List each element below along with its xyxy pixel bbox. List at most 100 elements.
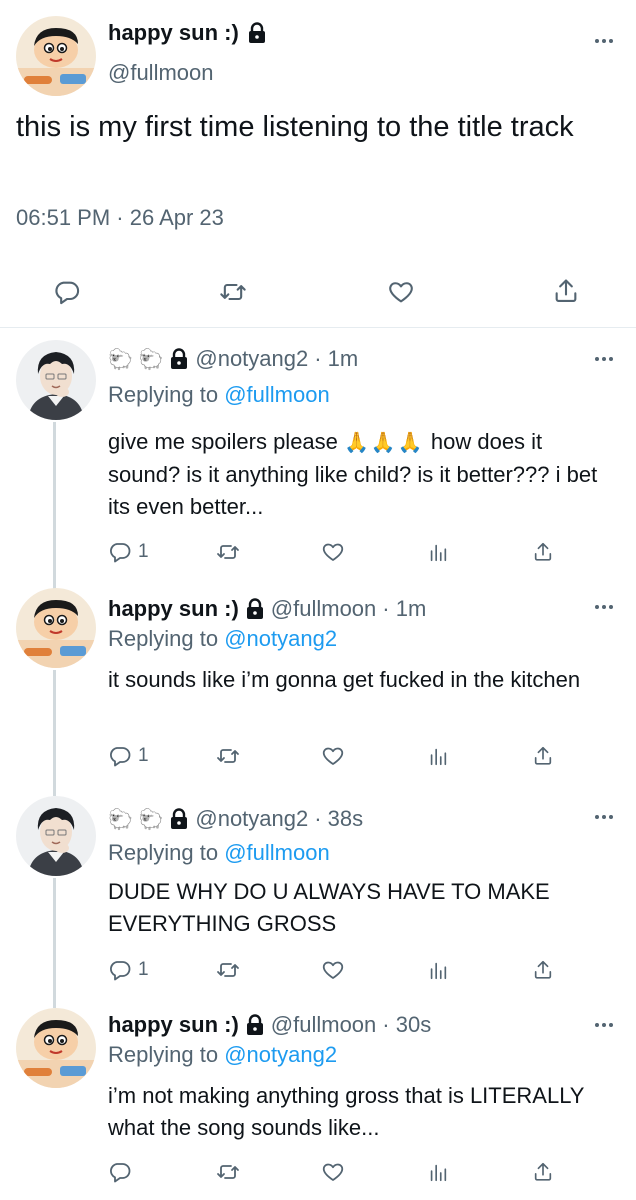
reply-button[interactable]: 1 (108, 958, 149, 982)
views-icon (427, 540, 449, 564)
replying-to: Replying to @fullmoon (108, 840, 330, 866)
like-icon (320, 958, 346, 982)
share-icon (532, 1160, 554, 1184)
like-button[interactable] (320, 744, 346, 768)
avatar[interactable] (16, 340, 96, 420)
retweet-button[interactable] (215, 958, 241, 982)
more-options-icon[interactable] (592, 1020, 616, 1030)
replying-to: Replying to @fullmoon (108, 382, 330, 408)
reply-count: 1 (138, 541, 149, 562)
author-handle[interactable]: @fullmoon (108, 60, 214, 86)
reply-count: 1 (138, 745, 149, 766)
retweet-button[interactable] (215, 744, 241, 768)
reply-actions: 1 (100, 958, 570, 988)
avatar[interactable] (16, 588, 96, 668)
avatar[interactable] (16, 796, 96, 876)
like-icon (320, 540, 346, 564)
author-name[interactable]: 🐑 🐑 (108, 347, 163, 372)
reply-text: i’m not making anything gross that is LI… (108, 1083, 585, 1140)
share-button[interactable] (532, 540, 554, 564)
reply-button[interactable] (108, 1160, 138, 1184)
retweet-icon (215, 744, 241, 768)
more-options-icon[interactable] (592, 36, 616, 46)
pray-emoji: 🙏🙏🙏 (344, 432, 425, 454)
author-handle[interactable]: @notyang2 (195, 806, 308, 832)
share-icon (532, 744, 554, 768)
reply-text: DUDE WHY DO U ALWAYS HAVE TO MAKE EVERYT… (108, 879, 550, 936)
share-icon (552, 276, 580, 306)
retweet-icon (215, 958, 241, 982)
thread-line (53, 422, 56, 594)
reply-header: 🐑 🐑 @notyang2 · 38s (108, 806, 363, 832)
like-button[interactable] (320, 540, 346, 564)
retweet-button[interactable] (215, 540, 241, 564)
lock-icon (169, 348, 189, 370)
lock-icon (247, 22, 267, 44)
tweet-timestamp[interactable]: 06:51 PM · 26 Apr 23 (16, 205, 224, 231)
share-icon (532, 540, 554, 564)
reply-time[interactable]: · 30s (382, 1012, 431, 1038)
views-button[interactable] (427, 744, 449, 768)
thread-line (53, 878, 56, 1008)
share-button[interactable] (532, 744, 554, 768)
reply-time[interactable]: · 1m (382, 596, 426, 622)
reply-time[interactable]: · 1m (314, 346, 358, 372)
author-handle[interactable]: @fullmoon (271, 1012, 377, 1038)
author-handle[interactable]: @notyang2 (195, 346, 308, 372)
reply-header: happy sun :) @fullmoon · 30s (108, 1012, 431, 1038)
avatar[interactable] (16, 1008, 96, 1088)
retweet-icon (215, 1160, 241, 1184)
retweet-button[interactable] (215, 1160, 241, 1184)
reply-icon (108, 958, 132, 982)
like-icon (320, 1160, 346, 1184)
lock-icon (245, 1014, 265, 1036)
retweet-icon (215, 540, 241, 564)
author-name[interactable]: happy sun :) (108, 20, 267, 46)
share-button[interactable] (532, 958, 554, 982)
tweet-actions (0, 270, 636, 314)
like-icon (386, 278, 416, 306)
retweet-button[interactable] (218, 278, 248, 306)
reply-time[interactable]: · 38s (314, 806, 363, 832)
reply-icon (108, 1160, 132, 1184)
share-button[interactable] (532, 1160, 554, 1184)
thread-line (53, 670, 56, 796)
views-button[interactable] (427, 1160, 449, 1184)
views-button[interactable] (427, 540, 449, 564)
author-name[interactable]: happy sun :) (108, 596, 239, 622)
mention-link[interactable]: @fullmoon (224, 382, 330, 407)
like-button[interactable] (386, 278, 416, 306)
reply-count: 1 (138, 959, 149, 980)
mention-link[interactable]: @fullmoon (224, 840, 330, 865)
views-button[interactable] (427, 958, 449, 982)
like-button[interactable] (320, 958, 346, 982)
more-options-icon[interactable] (592, 812, 616, 822)
mention-link[interactable]: @notyang2 (224, 626, 337, 651)
replying-to: Replying to @notyang2 (108, 1042, 337, 1068)
tweet-text: this is my first time listening to the t… (16, 111, 574, 143)
author-name[interactable]: 🐑 🐑 (108, 807, 163, 832)
mention-link[interactable]: @notyang2 (224, 1042, 337, 1067)
views-icon (427, 744, 449, 768)
share-button[interactable] (552, 276, 580, 306)
more-options-icon[interactable] (592, 602, 616, 612)
replying-to-prefix: Replying to (108, 382, 219, 407)
divider (0, 327, 636, 328)
reply-actions: 1 (100, 744, 570, 774)
avatar[interactable] (16, 16, 96, 96)
author-name-text: happy sun :) (108, 20, 239, 45)
replying-to-prefix: Replying to (108, 840, 219, 865)
views-icon (427, 1160, 449, 1184)
reply-actions: 1 (100, 540, 570, 570)
reply-button[interactable]: 1 (108, 744, 149, 768)
like-icon (320, 744, 346, 768)
reply-button[interactable]: 1 (108, 540, 149, 564)
more-options-icon[interactable] (592, 354, 616, 364)
retweet-icon (218, 278, 248, 306)
views-icon (427, 958, 449, 982)
author-name[interactable]: happy sun :) (108, 1012, 239, 1038)
reply-button[interactable] (53, 278, 81, 306)
author-handle[interactable]: @fullmoon (271, 596, 377, 622)
like-button[interactable] (320, 1160, 346, 1184)
reply-icon (108, 744, 132, 768)
